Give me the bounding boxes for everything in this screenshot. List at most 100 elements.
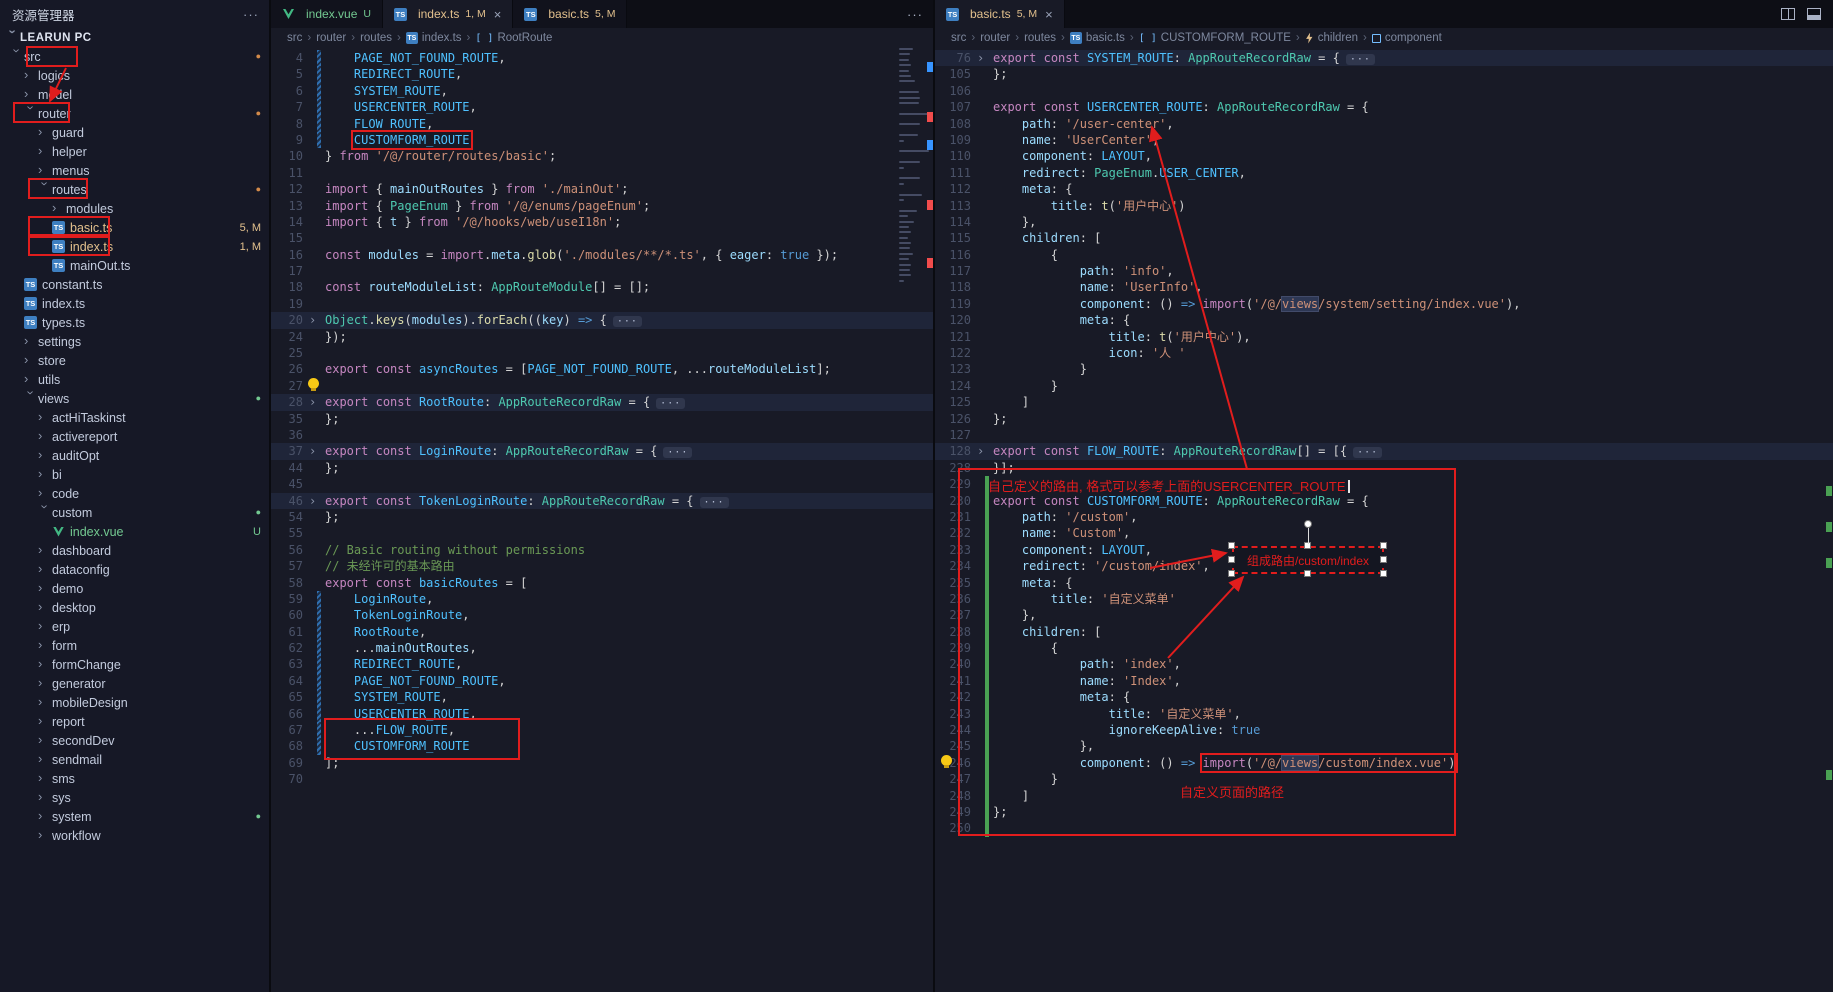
code-line-28[interactable]: 28›export const RootRoute: AppRouteRecor… bbox=[271, 394, 935, 410]
tree-item-activereport[interactable]: ›activereport bbox=[0, 427, 271, 446]
close-icon[interactable]: × bbox=[1045, 7, 1053, 22]
code-line-108[interactable]: 108 path: '/user-center', bbox=[935, 116, 1833, 132]
code-text[interactable]: } from '/@/router/routes/basic'; bbox=[325, 148, 556, 164]
code-text[interactable]: path: '/user-center', bbox=[993, 116, 1174, 132]
more-actions-icon[interactable]: ··· bbox=[243, 7, 259, 22]
folded-ellipsis-icon[interactable]: ··· bbox=[613, 316, 642, 327]
code-text[interactable]: meta: { bbox=[993, 181, 1072, 197]
code-text[interactable]: path: 'index', bbox=[993, 656, 1181, 672]
code-text[interactable]: ] bbox=[993, 788, 1029, 804]
customize-layout-icon[interactable] bbox=[1807, 8, 1821, 20]
code-line-106[interactable]: 106 bbox=[935, 83, 1833, 99]
code-line-231[interactable]: 231 path: '/custom', bbox=[935, 509, 1833, 525]
code-line-244[interactable]: 244 ignoreKeepAlive: true bbox=[935, 722, 1833, 738]
selection-handle[interactable] bbox=[1380, 570, 1387, 577]
tree-item-logics[interactable]: ›logics bbox=[0, 66, 271, 85]
tree-item-sendmail[interactable]: ›sendmail bbox=[0, 750, 271, 769]
code-line-64[interactable]: 64 PAGE_NOT_FOUND_ROUTE, bbox=[271, 673, 935, 689]
code-text[interactable]: }, bbox=[993, 214, 1036, 230]
code-text[interactable]: export const CUSTOMFORM_ROUTE: AppRouteR… bbox=[993, 493, 1369, 509]
code-line-10[interactable]: 10} from '/@/router/routes/basic'; bbox=[271, 148, 935, 164]
code-text[interactable]: name: 'Custom', bbox=[993, 525, 1130, 541]
code-line-5[interactable]: 5 REDIRECT_ROUTE, bbox=[271, 66, 935, 82]
rotation-handle[interactable] bbox=[1304, 520, 1312, 528]
code-text[interactable]: USERCENTER_ROUTE, bbox=[325, 99, 477, 115]
code-line-248[interactable]: 248 ] bbox=[935, 788, 1833, 804]
code-line-228[interactable]: 228}]; bbox=[935, 460, 1833, 476]
code-line-247[interactable]: 247 } bbox=[935, 771, 1833, 787]
code-line-61[interactable]: 61 RootRoute, bbox=[271, 624, 935, 640]
code-text[interactable]: } bbox=[993, 771, 1058, 787]
code-text[interactable]: ...FLOW_ROUTE, bbox=[325, 722, 455, 738]
code-text[interactable]: }; bbox=[993, 66, 1007, 82]
code-text[interactable]: component: () => import('/@/views/custom… bbox=[993, 755, 1455, 771]
breadcrumb-item-router[interactable]: router bbox=[980, 32, 1010, 44]
code-line-6[interactable]: 6 SYSTEM_ROUTE, bbox=[271, 83, 935, 99]
code-line-19[interactable]: 19 bbox=[271, 296, 935, 312]
tree-item-bi[interactable]: ›bi bbox=[0, 465, 271, 484]
folded-ellipsis-icon[interactable]: ··· bbox=[1346, 54, 1375, 65]
code-line-246[interactable]: 246 component: () => import('/@/views/cu… bbox=[935, 755, 1833, 771]
minimap[interactable] bbox=[899, 48, 932, 291]
code-line-113[interactable]: 113 title: t('用户中心') bbox=[935, 198, 1833, 214]
code-text[interactable]: export const RootRoute: AppRouteRecordRa… bbox=[325, 394, 685, 410]
tab-index.vue[interactable]: index.vueU bbox=[271, 0, 383, 28]
code-text[interactable]: name: 'UserCenter', bbox=[993, 132, 1159, 148]
breadcrumb-item-src[interactable]: src bbox=[287, 32, 302, 44]
code-line-13[interactable]: 13import { PageEnum } from '/@/enums/pag… bbox=[271, 198, 935, 214]
code-line-54[interactable]: 54}; bbox=[271, 509, 935, 525]
code-text[interactable]: PAGE_NOT_FOUND_ROUTE, bbox=[325, 673, 506, 689]
code-text[interactable]: }; bbox=[325, 509, 339, 525]
code-text[interactable]: ...mainOutRoutes, bbox=[325, 640, 477, 656]
code-text[interactable]: icon: '人 ' bbox=[993, 345, 1186, 361]
sidebar-editor-divider[interactable] bbox=[269, 0, 271, 992]
tree-item-store[interactable]: ›store bbox=[0, 351, 271, 370]
tree-item-helper[interactable]: ›helper bbox=[0, 142, 271, 161]
code-line-119[interactable]: 119 component: () => import('/@/views/sy… bbox=[935, 296, 1833, 312]
code-text[interactable]: name: 'UserInfo', bbox=[993, 279, 1203, 295]
code-line-242[interactable]: 242 meta: { bbox=[935, 689, 1833, 705]
code-line-250[interactable]: 250 bbox=[935, 820, 1833, 836]
code-text[interactable]: }); bbox=[325, 329, 347, 345]
tree-item-utils[interactable]: ›utils bbox=[0, 370, 271, 389]
code-text[interactable]: TokenLoginRoute, bbox=[325, 607, 470, 623]
code-text[interactable]: title: '自定义菜单' bbox=[993, 591, 1176, 607]
code-line-63[interactable]: 63 REDIRECT_ROUTE, bbox=[271, 656, 935, 672]
code-text[interactable]: children: [ bbox=[993, 230, 1101, 246]
code-line-35[interactable]: 35}; bbox=[271, 411, 935, 427]
code-text[interactable]: CUSTOMFORM_ROUTE bbox=[325, 738, 470, 754]
code-text[interactable]: export const asyncRoutes = [PAGE_NOT_FOU… bbox=[325, 361, 831, 377]
code-line-65[interactable]: 65 SYSTEM_ROUTE, bbox=[271, 689, 935, 705]
code-line-245[interactable]: 245 }, bbox=[935, 738, 1833, 754]
code-line-124[interactable]: 124 } bbox=[935, 378, 1833, 394]
tree-item-secondDev[interactable]: ›secondDev bbox=[0, 731, 271, 750]
code-text[interactable]: const modules = import.meta.glob('./modu… bbox=[325, 247, 838, 263]
code-line-11[interactable]: 11 bbox=[271, 165, 935, 181]
code-line-27[interactable]: 27 bbox=[271, 378, 935, 394]
code-text[interactable]: Object.keys(modules).forEach((key) => {·… bbox=[325, 312, 642, 328]
code-line-4[interactable]: 4 PAGE_NOT_FOUND_ROUTE, bbox=[271, 50, 935, 66]
tree-item-modules[interactable]: ›modules bbox=[0, 199, 271, 218]
code-text[interactable]: USERCENTER_ROUTE, bbox=[325, 706, 477, 722]
code-line-67[interactable]: 67 ...FLOW_ROUTE, bbox=[271, 722, 935, 738]
code-text[interactable]: const routeModuleList: AppRouteModule[] … bbox=[325, 279, 650, 295]
tree-item-basic.ts[interactable]: TSbasic.ts5, M bbox=[0, 218, 271, 237]
breadcrumb-item-component[interactable]: component bbox=[1372, 32, 1442, 44]
code-line-55[interactable]: 55 bbox=[271, 525, 935, 541]
tree-item-demo[interactable]: ›demo bbox=[0, 579, 271, 598]
tree-item-sms[interactable]: ›sms bbox=[0, 769, 271, 788]
tree-item-views[interactable]: ›views● bbox=[0, 389, 271, 408]
code-line-114[interactable]: 114 }, bbox=[935, 214, 1833, 230]
code-line-115[interactable]: 115 children: [ bbox=[935, 230, 1833, 246]
code-line-46[interactable]: 46›export const TokenLoginRoute: AppRout… bbox=[271, 493, 935, 509]
code-line-128[interactable]: 128›export const FLOW_ROUTE: AppRouteRec… bbox=[935, 443, 1833, 459]
code-text[interactable]: } bbox=[993, 378, 1058, 394]
code-line-20[interactable]: 20›Object.keys(modules).forEach((key) =>… bbox=[271, 312, 935, 328]
tree-item-report[interactable]: ›report bbox=[0, 712, 271, 731]
code-line-125[interactable]: 125 ] bbox=[935, 394, 1833, 410]
code-text[interactable]: ]; bbox=[325, 755, 339, 771]
code-text[interactable]: { bbox=[993, 247, 1058, 263]
code-line-241[interactable]: 241 name: 'Index', bbox=[935, 673, 1833, 689]
code-line-240[interactable]: 240 path: 'index', bbox=[935, 656, 1833, 672]
tree-item-code[interactable]: ›code bbox=[0, 484, 271, 503]
